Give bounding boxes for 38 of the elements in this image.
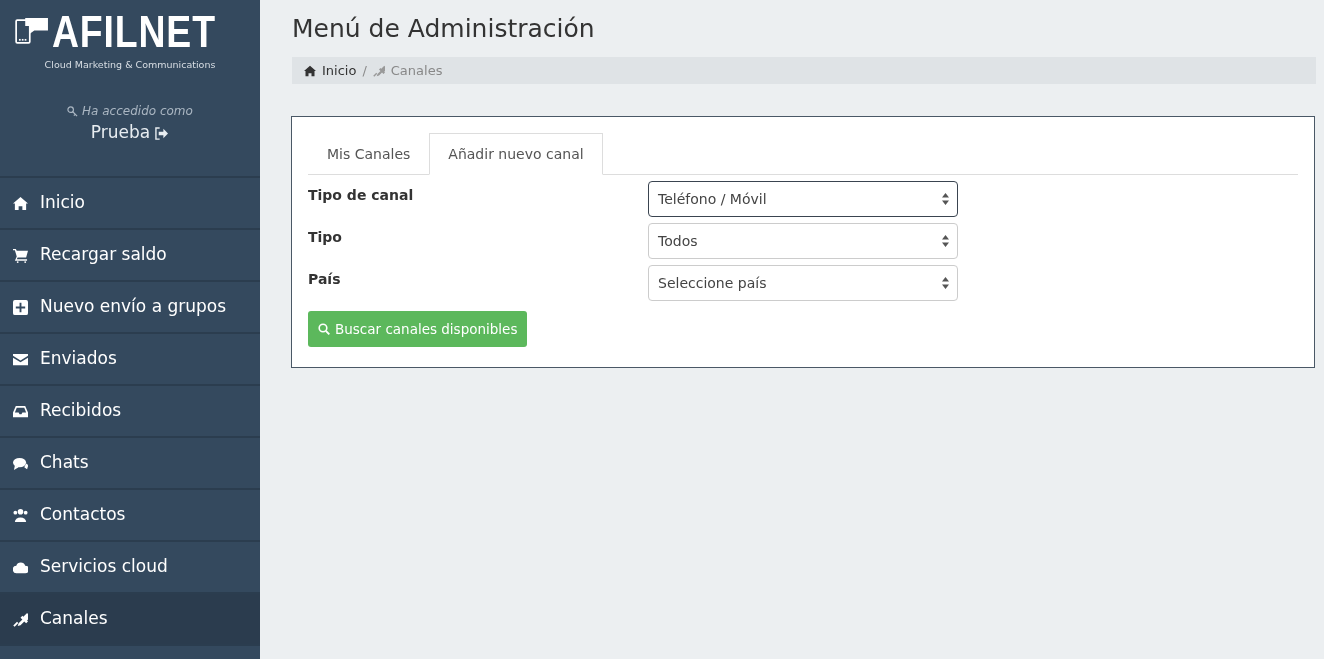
field-label: País (308, 270, 342, 289)
sidebar-item[interactable]: Recargar saldo (0, 230, 260, 282)
logout-icon[interactable] (154, 126, 170, 140)
users-icon (13, 507, 28, 523)
tab[interactable]: Mis Canales (308, 133, 430, 175)
inbox-icon (13, 403, 28, 419)
chat-icon (13, 455, 28, 471)
sidebar-item[interactable]: Canales (0, 594, 260, 646)
sidebar-item[interactable]: Nuevo envío a grupos (0, 282, 260, 334)
updown-caret-icon (942, 193, 949, 205)
plus-icon (13, 299, 28, 315)
home-icon (13, 195, 28, 211)
sidebar-item[interactable]: Recibidos (0, 386, 260, 438)
logo-tagline: Cloud Marketing & Communications (44, 58, 216, 72)
page-title: Menú de Administración (292, 14, 596, 44)
sidebar-item[interactable]: Chats (0, 438, 260, 490)
logo-text: AFILNET (52, 10, 217, 54)
user-name: Prueba (90, 121, 151, 145)
cart-icon (13, 247, 28, 263)
envelope-icon (13, 351, 28, 367)
field-label: Tipo (308, 228, 343, 247)
search-icon (318, 323, 330, 336)
login-caption: Ha accedido como (82, 103, 193, 121)
sidebar-item[interactable]: Contactos (0, 490, 260, 542)
key-icon (67, 105, 79, 117)
updown-caret-icon (942, 235, 949, 247)
cloud-icon (13, 559, 28, 575)
field-label: Tipo de canal (308, 186, 415, 205)
select-field[interactable]: Seleccione país (648, 265, 958, 301)
sidebar-item[interactable]: Enviados (0, 334, 260, 386)
select-field[interactable]: Todos (648, 223, 958, 259)
tab[interactable]: Añadir nuevo canal (429, 133, 603, 175)
breadcrumb-separator: / (362, 61, 367, 80)
sidebar-item[interactable]: Inicio (0, 178, 260, 230)
select-field[interactable]: Teléfono / Móvil (648, 181, 958, 217)
breadcrumb-link[interactable]: Inicio (322, 60, 357, 81)
home-icon (304, 64, 316, 77)
updown-caret-icon (942, 277, 949, 289)
